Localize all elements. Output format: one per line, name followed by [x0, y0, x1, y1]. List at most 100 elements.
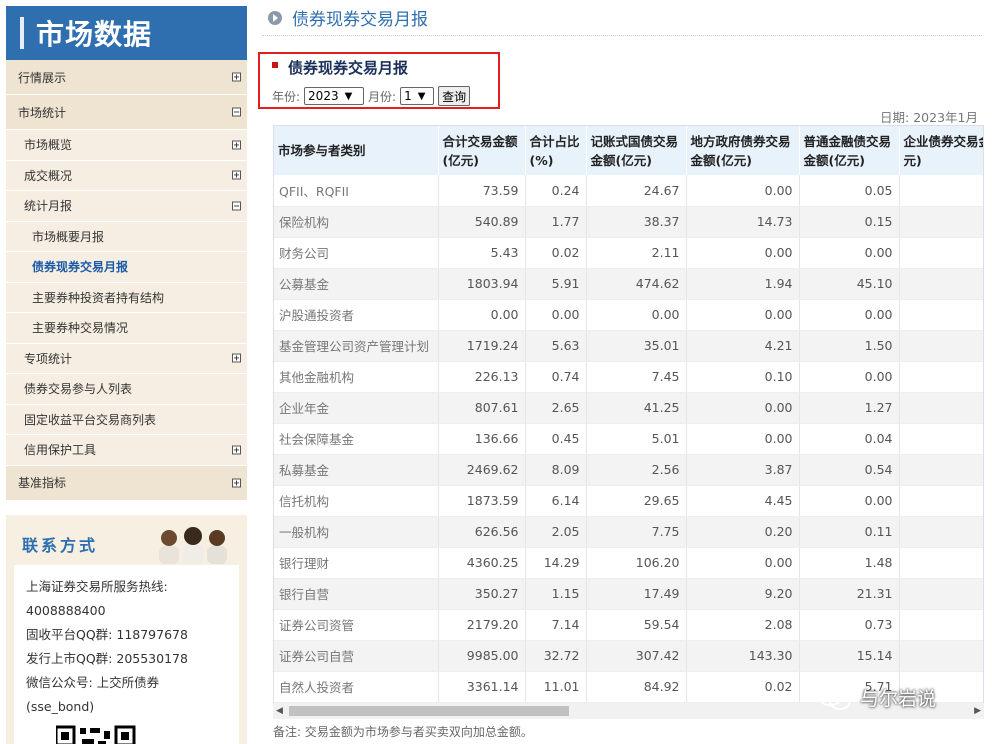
value-cell: 24.67 — [586, 175, 687, 207]
value-cell: 307.42 — [586, 640, 687, 672]
value-cell: 75.81 — [899, 206, 983, 238]
scroll-right-icon[interactable]: ▶ — [974, 706, 981, 716]
value-cell: 32.57 — [899, 392, 983, 424]
value-cell: 0.02 — [525, 237, 587, 269]
sidebar-item[interactable]: 专项统计 + — [6, 343, 247, 374]
value-cell: 1.50 — [799, 330, 900, 362]
value-cell: 0.10 — [686, 361, 800, 393]
sidebar-item[interactable]: 行情展示 + — [6, 60, 247, 95]
chevron-down-icon: ▼ — [417, 90, 426, 102]
watermark: 与尔岩说 — [816, 684, 936, 711]
contact-title: 联系方式 — [22, 535, 99, 555]
participant-name-cell: 保险机构 — [274, 206, 439, 238]
value-cell: 11.81 — [899, 361, 983, 393]
expand-icon[interactable]: + — [232, 353, 241, 363]
value-cell: 0.00 — [686, 237, 800, 269]
value-cell: 0.15 — [799, 206, 900, 238]
value-cell: 7.45 — [586, 361, 687, 393]
year-value: 2023 — [308, 89, 339, 103]
scroll-left-icon[interactable]: ◀ — [276, 706, 283, 716]
column-header: 合计交易金额(亿元) — [438, 126, 526, 175]
value-cell: 0.00 — [899, 237, 983, 269]
year-select[interactable]: 2023 ▼ — [304, 87, 365, 105]
value-cell: 2.56 — [586, 454, 687, 486]
value-cell: 35.01 — [586, 330, 687, 362]
sidebar-item[interactable]: 主要券种交易情况 — [6, 313, 247, 344]
contact-panel: 联系方式 上海证券交易所服务热线: 4008888400 固收平台QQ群: 11… — [6, 514, 247, 744]
table-note: 备注: 交易金额为市场参与者买卖双向加总金额。 — [273, 725, 533, 739]
year-label: 年份: — [272, 89, 301, 104]
value-cell: 143.30 — [686, 640, 800, 672]
value-cell: 1.15 — [525, 578, 587, 610]
sidebar-item[interactable]: 市场概要月报 — [6, 221, 247, 252]
sidebar-item[interactable]: 市场统计 − — [6, 95, 247, 130]
value-cell: 9985.00 — [438, 640, 526, 672]
sidebar-item[interactable]: 市场概览 + — [6, 130, 247, 161]
sidebar-item[interactable]: 主要券种投资者持有结构 — [6, 282, 247, 313]
column-header: 企业债券交易金额(亿元) — [899, 126, 983, 175]
value-cell: 7.75 — [586, 516, 687, 548]
form-title: 债券现券交易月报 — [272, 57, 408, 78]
expand-icon[interactable]: + — [232, 445, 241, 455]
value-cell: 5.01 — [586, 423, 687, 455]
table-row: 财务公司5.430.022.110.000.000.00 — [274, 237, 983, 269]
expand-icon[interactable]: + — [232, 72, 241, 82]
value-cell: 84.92 — [586, 671, 687, 703]
value-cell: 16.11 — [899, 423, 983, 455]
value-cell: 1.27 — [799, 392, 900, 424]
chevron-down-icon: ▼ — [344, 90, 353, 102]
watermark-text: 与尔岩说 — [860, 688, 937, 710]
value-cell: 350.27 — [438, 578, 526, 610]
sidebar-item-label: 市场概要月报 — [32, 229, 105, 244]
sidebar-item[interactable]: 信用保护工具 + — [6, 435, 247, 466]
value-cell: 0.00 — [799, 361, 900, 393]
value-cell: 0.00 — [686, 175, 800, 207]
value-cell: 29.65 — [586, 485, 687, 517]
sidebar-item[interactable]: 债券交易参与人列表 — [6, 374, 247, 405]
collapse-icon[interactable]: − — [232, 107, 241, 117]
query-button[interactable]: 查询 — [438, 86, 471, 106]
sidebar-item-label: 基准指标 — [18, 476, 67, 490]
value-cell: 474.62 — [586, 268, 687, 300]
value-cell: 540.89 — [438, 206, 526, 238]
contact-line: 上海证券交易所服务热线: — [26, 578, 168, 594]
value-cell: 4360.25 — [438, 547, 526, 579]
value-cell: 34.46 — [899, 516, 983, 548]
sidebar-item[interactable]: 基准指标 + — [6, 465, 247, 501]
value-cell: 5.43 — [438, 237, 526, 269]
sidebar-item[interactable]: 债券现券交易月报 — [6, 252, 247, 283]
value-cell: 3.87 — [686, 454, 800, 486]
table-row: 社会保障基金136.660.455.010.000.0416.11 — [274, 423, 983, 455]
value-cell: 14.29 — [525, 547, 587, 579]
scroll-thumb[interactable] — [289, 706, 569, 716]
qr-code-icon — [54, 725, 136, 744]
expand-icon[interactable]: + — [232, 478, 241, 487]
sidebar-item-label: 市场统计 — [18, 105, 67, 120]
value-cell: 20.63 — [899, 578, 983, 610]
table-row: QFII、RQFII73.590.2424.670.000.051.61 — [274, 175, 983, 207]
participant-name-cell: 其他金融机构 — [274, 361, 439, 393]
collapse-icon[interactable]: − — [232, 201, 241, 211]
table-row: 基金管理公司资产管理计划1719.245.6335.014.211.5081.9… — [274, 330, 983, 362]
value-cell: 1.48 — [799, 547, 900, 579]
report-table-container[interactable]: 市场参与者类别 合计交易金额(亿元) 合计占比(%) 记账式国债交易金额(亿元) 地方政… — [273, 125, 984, 718]
month-select[interactable]: 1 ▼ — [400, 87, 435, 105]
sidebar-item-label: 固定收益平台交易商列表 — [24, 412, 157, 427]
table-row: 私募基金2469.628.092.563.870.54101.05 — [274, 454, 983, 486]
sidebar-item-label: 统计月报 — [24, 199, 73, 214]
expand-icon[interactable]: + — [232, 170, 241, 180]
sidebar-item[interactable]: 统计月报 − — [6, 191, 247, 222]
participant-name-cell: 私募基金 — [274, 454, 439, 486]
page-title: 债券现券交易月报 — [292, 10, 428, 30]
sidebar-item[interactable]: 成交概况 + — [6, 160, 247, 191]
value-cell: 5.91 — [525, 268, 587, 300]
value-cell: 1719.24 — [438, 330, 526, 362]
sidebar-item[interactable]: 固定收益平台交易商列表 — [6, 404, 247, 435]
expand-icon[interactable]: + — [232, 140, 241, 150]
value-cell: 0.00 — [686, 392, 800, 424]
value-cell: 101.05 — [899, 454, 983, 486]
sidebar-title: 市场数据 — [6, 6, 247, 60]
query-form: 年份: 2023 ▼ 月份: 1 ▼ 查询 — [272, 86, 471, 106]
sidebar-nav: 行情展示 + 市场统计 − 市场概览 + 成交概况 + 统计月报 − 市场概要月报债券现券交易月报主… — [6, 60, 247, 501]
participant-name-cell: QFII、RQFII — [274, 175, 439, 207]
